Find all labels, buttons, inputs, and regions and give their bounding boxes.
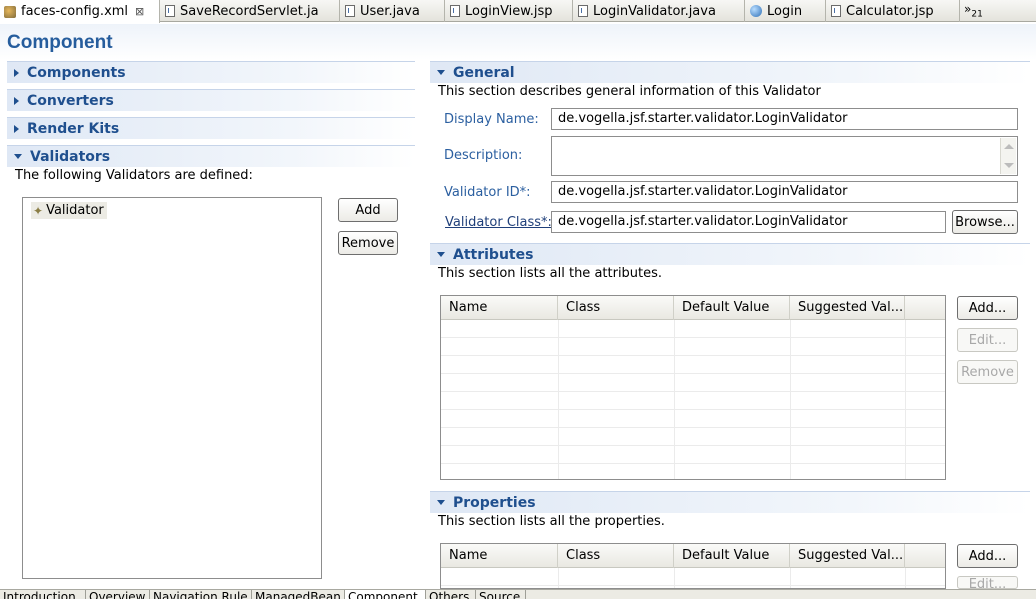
scroll-down-icon[interactable] bbox=[1004, 163, 1014, 168]
page-tab-bar: Introduction Overview Navigation Rule Ma… bbox=[0, 589, 1036, 599]
tab-login[interactable]: Login bbox=[746, 0, 826, 22]
validator-class-link[interactable]: Validator Class*: bbox=[445, 215, 552, 230]
page-tab-others[interactable]: Others bbox=[426, 590, 476, 599]
edit-attribute-button[interactable]: Edit... bbox=[957, 328, 1018, 352]
expand-arrow-icon bbox=[14, 96, 19, 105]
column-header-default-value[interactable]: Default Value bbox=[674, 296, 790, 320]
add-property-button[interactable]: Add... bbox=[957, 544, 1018, 568]
description-textarea[interactable] bbox=[551, 136, 1018, 176]
validator-id-input[interactable]: de.vogella.jsf.starter.validator.LoginVa… bbox=[551, 181, 1018, 203]
column-divider bbox=[558, 320, 559, 479]
column-header-name[interactable]: Name bbox=[441, 296, 558, 320]
tab-calculator-jsp[interactable]: Calculator.jsp bbox=[827, 0, 960, 22]
validators-description: The following Validators are defined: bbox=[15, 168, 253, 183]
section-converters[interactable]: Converters bbox=[7, 89, 415, 111]
add-attribute-button[interactable]: Add... bbox=[957, 296, 1018, 320]
browse-button[interactable]: Browse... bbox=[952, 210, 1018, 234]
section-validators[interactable]: Validators bbox=[7, 145, 415, 167]
page-tab-source[interactable]: Source bbox=[476, 590, 526, 599]
collapse-arrow-icon bbox=[437, 252, 445, 257]
scroll-up-icon[interactable] bbox=[1004, 144, 1014, 149]
collapse-arrow-icon bbox=[437, 500, 445, 505]
properties-description: This section lists all the properties. bbox=[438, 514, 665, 529]
column-divider bbox=[558, 568, 559, 588]
column-divider bbox=[905, 568, 906, 588]
jsp-file-icon bbox=[450, 5, 460, 17]
column-divider bbox=[674, 568, 675, 588]
page-tab-introduction[interactable]: Introduction bbox=[0, 590, 86, 599]
properties-table-header: Name Class Default Value Suggested Val..… bbox=[441, 544, 945, 568]
attributes-table[interactable]: Name Class Default Value Suggested Val..… bbox=[440, 295, 946, 480]
attributes-table-header: Name Class Default Value Suggested Val..… bbox=[441, 296, 945, 320]
page-tab-navigation-rule[interactable]: Navigation Rule bbox=[150, 590, 252, 599]
java-file-icon bbox=[165, 5, 175, 17]
section-general[interactable]: General bbox=[430, 61, 1030, 83]
display-name-label: Display Name: bbox=[444, 112, 539, 127]
collapse-arrow-icon bbox=[437, 70, 445, 75]
tree-item-validator[interactable]: ✦ Validator bbox=[31, 202, 107, 219]
display-name-input[interactable]: de.vogella.jsf.starter.validator.LoginVa… bbox=[551, 108, 1018, 130]
editor-tab-bar: faces-config.xml ⊠ SaveRecordServlet.ja … bbox=[0, 0, 1036, 23]
column-header-suggested-value[interactable]: Suggested Val... bbox=[790, 296, 905, 320]
java-file-icon bbox=[345, 5, 355, 17]
add-validator-button[interactable]: Add bbox=[338, 198, 398, 222]
remove-validator-button[interactable]: Remove bbox=[338, 231, 398, 255]
column-divider bbox=[790, 320, 791, 479]
tab-saverecordservlet[interactable]: SaveRecordServlet.ja bbox=[161, 0, 340, 22]
column-header-name[interactable]: Name bbox=[441, 544, 558, 568]
validator-icon: ✦ bbox=[33, 203, 44, 218]
collapse-arrow-icon bbox=[14, 154, 22, 159]
page-tab-overview[interactable]: Overview bbox=[86, 590, 150, 599]
description-label: Description: bbox=[444, 148, 523, 163]
jsp-file-icon bbox=[831, 5, 841, 17]
section-render-kits[interactable]: Render Kits bbox=[7, 117, 415, 139]
column-header-class[interactable]: Class bbox=[558, 296, 674, 320]
globe-icon bbox=[750, 5, 762, 17]
page-tab-managedbean[interactable]: ManagedBean bbox=[252, 590, 345, 599]
expand-arrow-icon bbox=[14, 68, 19, 77]
tab-loginview-jsp[interactable]: LoginView.jsp bbox=[446, 0, 573, 22]
attributes-description: This section lists all the attributes. bbox=[438, 266, 663, 281]
properties-table[interactable]: Name Class Default Value Suggested Val..… bbox=[440, 543, 946, 589]
description-scrollbar[interactable] bbox=[1000, 138, 1016, 174]
column-header-class[interactable]: Class bbox=[558, 544, 674, 568]
page-title: Component bbox=[7, 32, 113, 53]
java-file-icon bbox=[578, 5, 588, 17]
section-properties[interactable]: Properties bbox=[430, 491, 1030, 513]
close-icon[interactable]: ⊠ bbox=[135, 5, 144, 18]
validators-tree[interactable]: ✦ Validator bbox=[22, 197, 322, 579]
column-header-suggested-value[interactable]: Suggested Val... bbox=[790, 544, 905, 568]
column-header-default-value[interactable]: Default Value bbox=[674, 544, 790, 568]
tab-overflow-button[interactable]: »21 bbox=[964, 2, 983, 19]
attributes-table-body bbox=[441, 320, 945, 479]
tab-loginvalidator-java[interactable]: LoginValidator.java bbox=[574, 0, 745, 22]
tab-user-java[interactable]: User.java bbox=[341, 0, 445, 22]
column-divider bbox=[790, 568, 791, 588]
xml-file-icon bbox=[4, 5, 16, 18]
section-components[interactable]: Components bbox=[7, 61, 415, 83]
validator-class-input[interactable]: de.vogella.jsf.starter.validator.LoginVa… bbox=[551, 211, 946, 233]
validator-id-label: Validator ID*: bbox=[444, 185, 531, 200]
column-divider bbox=[905, 320, 906, 479]
remove-attribute-button[interactable]: Remove bbox=[957, 360, 1018, 384]
tab-faces-config[interactable]: faces-config.xml ⊠ bbox=[0, 0, 160, 23]
form-header-background bbox=[0, 24, 1036, 60]
properties-table-body bbox=[441, 568, 945, 588]
expand-arrow-icon bbox=[14, 124, 19, 133]
column-divider bbox=[674, 320, 675, 479]
edit-property-button[interactable]: Edit... bbox=[957, 576, 1018, 589]
section-attributes[interactable]: Attributes bbox=[430, 243, 1030, 265]
page-tab-component[interactable]: Component bbox=[345, 590, 426, 599]
general-description: This section describes general informati… bbox=[438, 84, 821, 99]
